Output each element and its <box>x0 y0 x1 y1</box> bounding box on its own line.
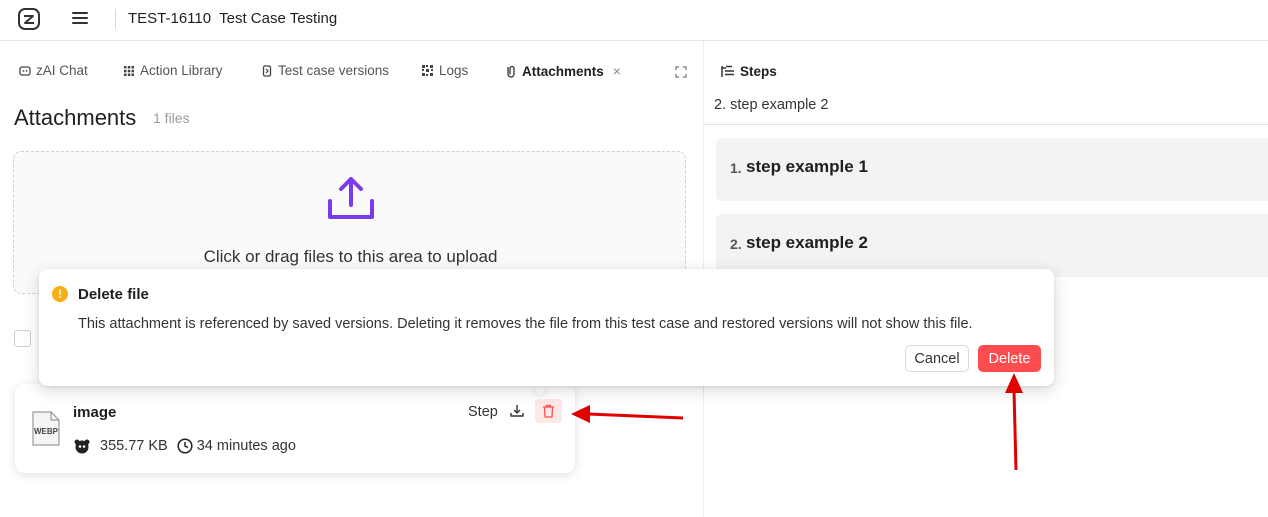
step-item[interactable]: 1. step example 1 <box>716 138 1268 201</box>
attachment-card[interactable]: WEBP image 355.77 KB 34 minutes ago Step <box>15 384 575 473</box>
top-bar: TEST-16110 Test Case Testing <box>0 0 1268 41</box>
download-icon[interactable] <box>510 404 524 418</box>
tab-action-library[interactable]: Action Library <box>123 63 223 78</box>
close-tab-icon[interactable]: × <box>613 63 621 79</box>
attachments-count: 1 files <box>153 110 190 126</box>
step-number: 2. <box>730 236 742 252</box>
delete-confirm-popover: ! Delete file This attachment is referen… <box>39 269 1054 386</box>
step-item[interactable]: 2. step example 2 <box>716 214 1268 277</box>
popover-title: Delete file <box>78 286 149 303</box>
tab-attachments[interactable]: Attachments × <box>505 63 621 79</box>
tab-label: zAI Chat <box>36 63 88 78</box>
panel-tabs: zAI Chat Action Library Test case versio… <box>0 63 700 83</box>
logs-icon <box>422 65 433 76</box>
tab-label: Action Library <box>140 63 223 78</box>
hamburger-menu-icon[interactable] <box>72 12 88 26</box>
ticket-key: TEST-16110 <box>128 10 212 27</box>
file-meta: 355.77 KB 34 minutes ago <box>73 438 296 454</box>
file-type-label: WEBP <box>34 427 59 436</box>
steps-header-label: Steps <box>740 64 777 79</box>
tab-test-case-versions[interactable]: Test case versions <box>261 63 389 78</box>
chat-icon <box>19 65 31 76</box>
step-text: step example 2 <box>746 233 868 252</box>
page-title: TEST-16110 Test Case Testing <box>128 10 337 27</box>
steps-list-icon <box>721 65 734 77</box>
file-step-label[interactable]: Step <box>468 404 498 420</box>
cancel-button[interactable]: Cancel <box>905 345 969 372</box>
file-webp-icon: WEBP <box>32 411 60 446</box>
tab-logs[interactable]: Logs <box>421 63 468 78</box>
ticket-title: Test Case Testing <box>219 10 338 27</box>
file-uploaded-time: 34 minutes ago <box>196 438 296 454</box>
upload-icon <box>328 177 374 219</box>
step-number: 1. <box>730 160 742 176</box>
file-name: image <box>73 404 117 421</box>
popover-message: This attachment is referenced by saved v… <box>78 316 973 332</box>
step-text: step example 1 <box>746 157 868 176</box>
tab-label: Test case versions <box>278 63 390 78</box>
header-divider <box>115 9 116 29</box>
delete-file-button[interactable] <box>535 399 562 423</box>
expand-icon[interactable] <box>675 66 687 78</box>
trash-icon <box>543 404 554 418</box>
steps-divider <box>704 124 1268 125</box>
dropzone-text: Click or drag files to this area to uplo… <box>203 247 498 266</box>
tab-label: Logs <box>439 63 469 78</box>
steps-header: Steps <box>721 64 777 79</box>
tab-zai-chat[interactable]: zAI Chat <box>19 63 88 78</box>
confirm-delete-button[interactable]: Delete <box>978 345 1041 372</box>
current-step-label: 2. step example 2 <box>714 97 829 113</box>
warning-icon: ! <box>52 286 68 302</box>
attachment-icon <box>507 65 515 78</box>
app-logo-icon[interactable] <box>18 8 40 30</box>
clock-icon <box>177 438 193 454</box>
file-size: 355.77 KB <box>100 438 168 454</box>
select-all-checkbox[interactable] <box>14 330 31 347</box>
grid-icon <box>124 65 134 76</box>
tab-label: Attachments <box>522 63 604 79</box>
user-avatar-icon <box>74 439 90 454</box>
attachments-title: Attachments <box>14 105 137 130</box>
versions-icon <box>262 64 272 77</box>
